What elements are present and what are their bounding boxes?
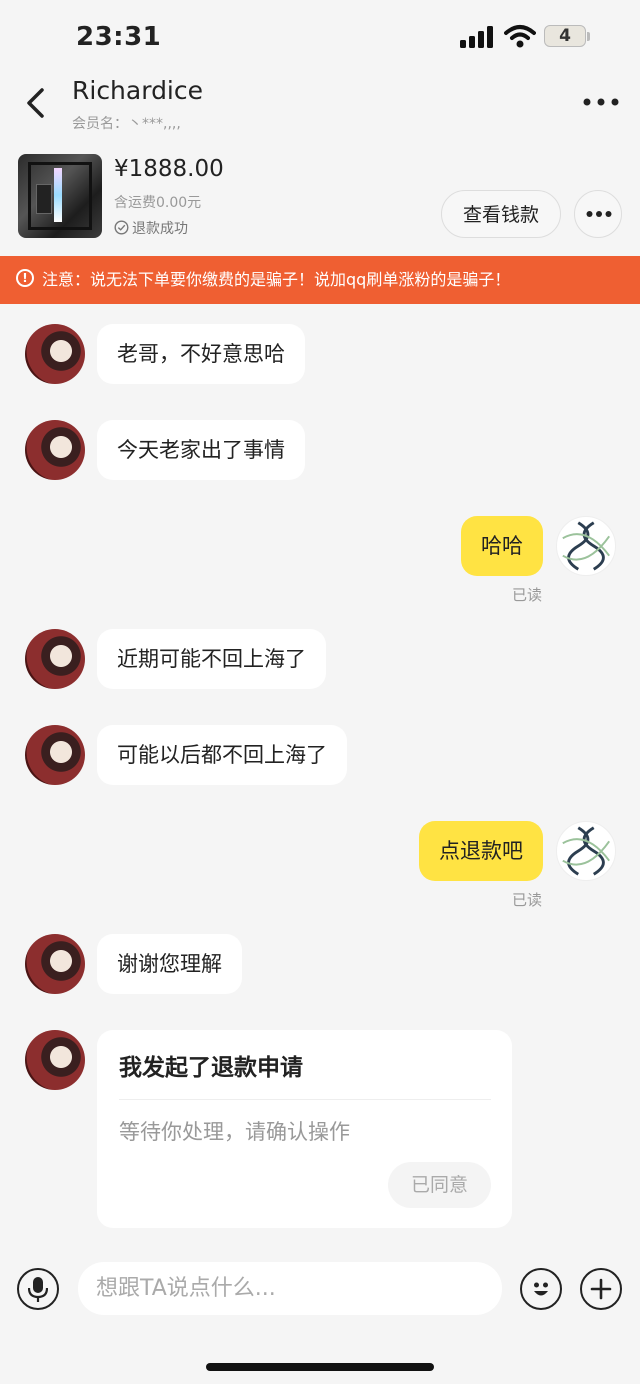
read-receipt: 已读 (511, 891, 542, 909)
home-indicator[interactable] (206, 1363, 434, 1371)
warning-text: 注意：说无法下单要你缴费的是骗子！说加qq刷单涨粉的是骗子！ (42, 270, 511, 289)
my-message-bubble[interactable]: 哈哈 (461, 516, 543, 576)
fraud-warning-banner: 注意：说无法下单要你缴费的是骗子！说加qq刷单涨粉的是骗子！ (0, 256, 640, 304)
message-bubble[interactable]: 近期可能不回上海了 (97, 629, 326, 689)
add-button[interactable] (580, 1268, 622, 1310)
check-circle-icon (114, 220, 129, 235)
agreed-button[interactable]: 已同意 (388, 1162, 491, 1208)
wifi-icon (504, 25, 536, 48)
seller-avatar[interactable] (25, 934, 85, 994)
seller-avatar[interactable] (25, 324, 85, 384)
message-bubble[interactable]: 谢谢您理解 (97, 934, 242, 994)
seller-avatar[interactable] (25, 725, 85, 785)
refund-card-title: 我发起了退款申请 (119, 1055, 303, 1081)
more-dots-icon (586, 211, 612, 217)
my-message-bubble[interactable]: 点退款吧 (419, 821, 543, 881)
product-price: ¥1888.00 (114, 156, 224, 182)
product-thumbnail[interactable] (18, 154, 102, 238)
microphone-icon (28, 1277, 48, 1302)
battery-indicator: 4 (544, 25, 586, 47)
back-icon[interactable] (22, 86, 50, 120)
seller-avatar[interactable] (25, 1030, 85, 1090)
plus-icon (590, 1278, 612, 1300)
seller-avatar[interactable] (25, 629, 85, 689)
emoji-icon (534, 1282, 548, 1296)
battery-nub (587, 32, 590, 41)
refund-card-subtitle: 等待你处理，请确认操作 (119, 1120, 350, 1144)
emoji-button[interactable] (520, 1268, 562, 1310)
message-input[interactable]: 想跟TA说点什么... (78, 1262, 502, 1315)
shipping-fee: 含运费0.00元 (114, 195, 202, 211)
message-bubble[interactable]: 可能以后都不回上海了 (97, 725, 347, 785)
my-avatar[interactable] (556, 516, 616, 576)
warning-icon: ! (16, 269, 34, 287)
refund-status: 退款成功 (132, 221, 188, 237)
member-name: 会员名：丶***,,,, (72, 116, 181, 132)
message-bubble[interactable]: 今天老家出了事情 (97, 420, 305, 480)
message-bubble[interactable]: 老哥，不好意思哈 (97, 324, 305, 384)
my-avatar[interactable] (556, 821, 616, 881)
read-receipt: 已读 (511, 586, 542, 604)
view-payment-button[interactable]: 查看钱款 (441, 190, 561, 238)
signal-icon (460, 26, 493, 48)
voice-button[interactable] (17, 1268, 59, 1310)
product-more-button[interactable] (574, 190, 622, 238)
chat-title: Richardice (72, 76, 204, 105)
more-options-icon[interactable] (582, 96, 620, 108)
seller-avatar[interactable] (25, 420, 85, 480)
card-divider (119, 1099, 491, 1100)
status-time: 23:31 (76, 22, 162, 52)
